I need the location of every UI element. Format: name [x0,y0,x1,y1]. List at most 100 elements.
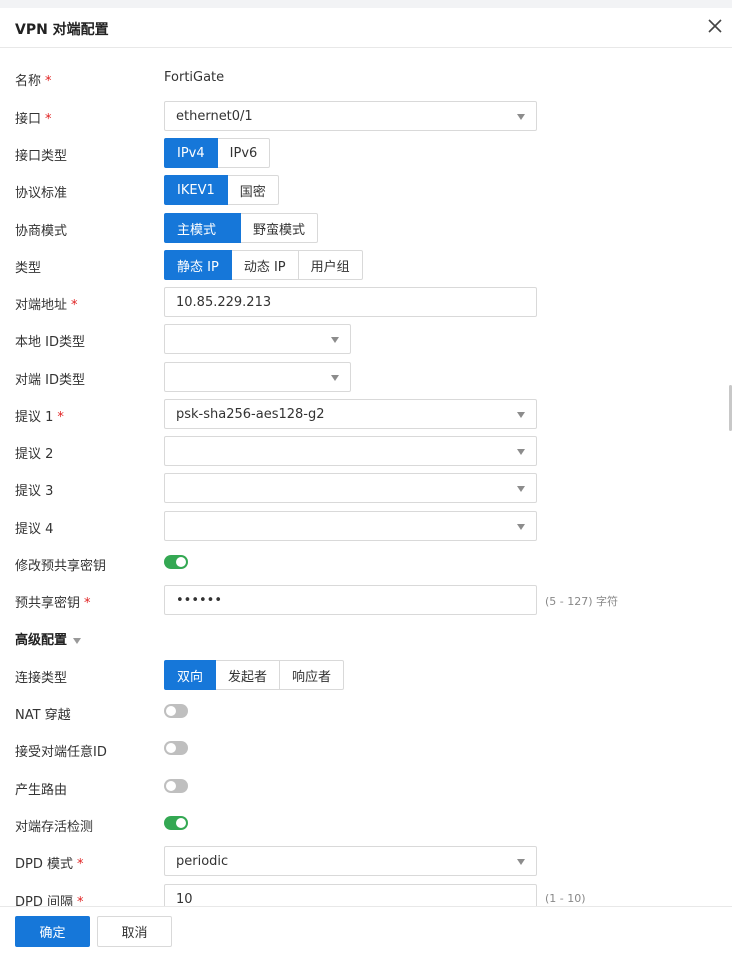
toggle-knob [166,743,176,753]
psk-length-hint: (5 - 127) 字符 [545,595,619,608]
row-local-id-type: 本地 ID类型 [0,324,732,354]
interface-select-value: ethernet0/1 [176,109,253,124]
local-id-type-select[interactable] [164,324,351,354]
row-negotiation-mode: 协商模式 主模式 野蛮模式 [0,213,732,243]
required-mark: * [77,857,84,872]
negotiation-mode-label: 协商模式 [15,224,68,239]
row-advanced-header: 高级配置 [0,623,732,653]
cancel-button[interactable]: 取消 [97,916,172,947]
top-strip [0,0,732,8]
type-dynamic-ip[interactable]: 动态 IP [230,250,299,280]
caret-down-icon [517,524,525,530]
row-name: 名称 * FortiGate [0,63,732,93]
row-interface: 接口 * ethernet0/1 [0,101,732,131]
dpd-label: 对端存活检测 [15,820,94,835]
form-body: 名称 * FortiGate 接口 * ethernet0/1 接口类型 IPv4 … [0,48,732,906]
required-mark: * [57,410,64,425]
nat-traversal-label: NAT 穿越 [15,708,71,723]
accept-any-peer-id-toggle[interactable] [164,741,188,755]
negotiation-aggressive-mode[interactable]: 野蛮模式 [240,213,319,243]
generate-route-toggle[interactable] [164,779,188,793]
proposal-2-select[interactable] [164,436,537,466]
row-type: 类型 静态 IP 动态 IP 用户组 [0,250,732,280]
dialog-title: VPN 对端配置 [15,22,109,38]
proposal-1-value: psk-sha256-aes128-g2 [176,407,325,422]
psk-input[interactable]: •••••• [164,585,537,615]
row-psk: 预共享密钥 * •••••• (5 - 127) 字符 [0,585,732,615]
dpd-interval-hint: (1 - 10) [545,892,586,905]
nat-traversal-toggle[interactable] [164,704,188,718]
peer-id-type-select[interactable] [164,362,351,392]
row-proposal-2: 提议 2 [0,436,732,466]
close-icon[interactable] [706,17,724,35]
caret-down-icon [517,449,525,455]
vpn-peer-dialog: VPN 对端配置 名称 * FortiGate 接口 * ethernet0/1 接… [0,0,732,953]
type-label: 类型 [15,261,42,276]
protocol-segmented: IKEV1 国密 [164,175,279,205]
caret-down-icon [331,375,339,381]
connection-initiator[interactable]: 发起者 [215,660,281,690]
dpd-interval-label: DPD 间隔 [15,895,73,906]
row-proposal-3: 提议 3 [0,473,732,503]
dialog-header: VPN 对端配置 [0,8,732,48]
row-connection-type: 连接类型 双向 发起者 响应者 [0,660,732,690]
row-interface-type: 接口类型 IPv4 IPv6 [0,138,732,168]
interface-type-ipv4[interactable]: IPv4 [164,138,218,168]
advanced-section-toggle[interactable]: 高级配置 [15,629,82,648]
negotiation-mode-segmented: 主模式 野蛮模式 [164,213,319,243]
caret-down-icon [517,114,525,120]
proposal-3-select[interactable] [164,473,537,503]
dpd-interval-value: 10 [176,892,193,906]
dpd-interval-input[interactable]: 10 [164,884,537,906]
modify-psk-label: 修改预共享密钥 [15,559,107,574]
protocol-guomi[interactable]: 国密 [226,175,279,205]
peer-address-value: 10.85.229.213 [176,295,272,310]
caret-down-icon [331,337,339,343]
row-dpd-interval: DPD 间隔 * 10 (1 - 10) [0,884,732,906]
peer-id-type-label: 对端 ID类型 [15,373,85,388]
interface-type-segmented: IPv4 IPv6 [164,138,271,168]
modify-psk-toggle[interactable] [164,555,188,569]
connection-type-segmented: 双向 发起者 响应者 [164,660,345,690]
protocol-label: 协议标准 [15,186,68,201]
type-segmented: 静态 IP 动态 IP 用户组 [164,250,363,280]
generate-route-label: 产生路由 [15,783,68,798]
dpd-toggle[interactable] [164,816,188,830]
row-proposal-1: 提议 1 * psk-sha256-aes128-g2 [0,399,732,429]
toggle-knob [176,818,186,828]
caret-down-icon [73,637,82,644]
negotiation-main-mode[interactable]: 主模式 [164,213,242,243]
row-dpd-mode: DPD 模式 * periodic [0,846,732,876]
caret-down-icon [517,486,525,492]
dialog-footer: 确定 取消 [0,906,732,953]
row-proposal-4: 提议 4 [0,511,732,541]
row-protocol: 协议标准 IKEV1 国密 [0,175,732,205]
type-static-ip[interactable]: 静态 IP [164,250,232,280]
confirm-button[interactable]: 确定 [15,916,90,947]
row-generate-route: 产生路由 [0,772,732,802]
interface-type-label: 接口类型 [15,149,68,164]
type-user-group[interactable]: 用户组 [297,250,363,280]
psk-label: 预共享密钥 [15,596,81,611]
toggle-knob [176,557,186,567]
proposal-4-select[interactable] [164,511,537,541]
dpd-mode-select[interactable]: periodic [164,846,537,876]
peer-address-input[interactable]: 10.85.229.213 [164,287,537,317]
required-mark: * [84,596,91,611]
accept-any-peer-id-label: 接受对端任意ID [15,745,107,760]
proposal-1-select[interactable]: psk-sha256-aes128-g2 [164,399,537,429]
local-id-type-label: 本地 ID类型 [15,335,85,350]
row-modify-psk: 修改预共享密钥 [0,548,732,578]
name-label: 名称 [15,74,42,89]
connection-responder[interactable]: 响应者 [279,660,345,690]
interface-type-ipv6[interactable]: IPv6 [216,138,271,168]
required-mark: * [77,895,84,906]
connection-bidirectional[interactable]: 双向 [164,660,217,690]
interface-select[interactable]: ethernet0/1 [164,101,537,131]
interface-label: 接口 [15,112,42,127]
protocol-ikev1[interactable]: IKEV1 [164,175,228,205]
proposal-4-label: 提议 4 [15,522,54,537]
toggle-knob [166,706,176,716]
row-dpd: 对端存活检测 [0,809,732,839]
row-accept-any-peer-id: 接受对端任意ID [0,734,732,764]
